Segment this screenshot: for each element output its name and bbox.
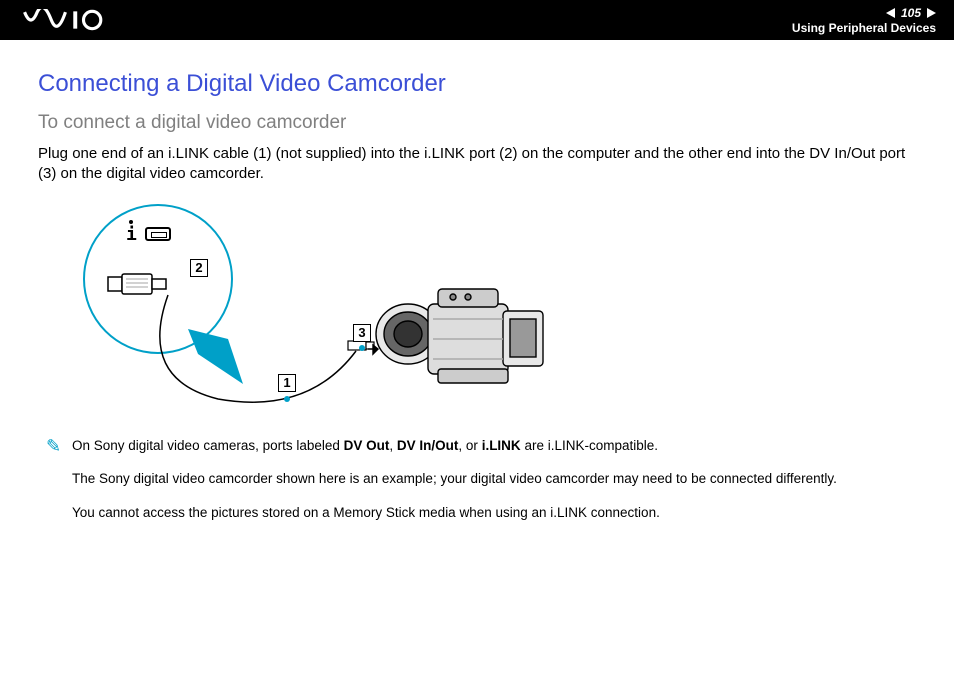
note-line: The Sony digital video camcorder shown h… bbox=[72, 470, 916, 488]
callout-dot-icon bbox=[284, 396, 290, 402]
prev-page-arrow-icon[interactable] bbox=[886, 8, 895, 18]
diagram-label-3: 3 bbox=[353, 324, 371, 342]
header-bar: 105 Using Peripheral Devices bbox=[0, 0, 954, 40]
diagram-label-2: 2 bbox=[190, 259, 208, 277]
page-number: 105 bbox=[901, 6, 921, 20]
section-label: Using Peripheral Devices bbox=[792, 21, 936, 35]
camcorder-icon bbox=[368, 269, 568, 409]
page-subtitle: To connect a digital video camcorder bbox=[38, 112, 916, 134]
next-page-arrow-icon[interactable] bbox=[927, 8, 936, 18]
ilink-cable-icon bbox=[148, 289, 388, 419]
callout-dot-icon bbox=[359, 345, 365, 351]
note-bold: DV Out bbox=[344, 438, 390, 453]
note-text-fragment: are i.LINK-compatible. bbox=[521, 438, 658, 453]
note-line: You cannot access the pictures stored on… bbox=[72, 504, 916, 522]
note-pencil-icon: ✎ bbox=[46, 435, 61, 458]
note-line: ✎ On Sony digital video cameras, ports l… bbox=[72, 437, 916, 455]
body-text: Plug one end of an i.LINK cable (1) (not… bbox=[38, 144, 916, 185]
note-bold: i.LINK bbox=[482, 438, 521, 453]
header-right: 105 Using Peripheral Devices bbox=[792, 6, 936, 35]
page-content: Connecting a Digital Video Camcorder To … bbox=[0, 40, 954, 557]
note-text-fragment: On Sony digital video cameras, ports lab… bbox=[72, 438, 344, 453]
ilink-port-icon: i bbox=[126, 224, 171, 245]
vaio-logo bbox=[18, 9, 138, 31]
notes-block: ✎ On Sony digital video cameras, ports l… bbox=[38, 437, 916, 522]
diagram-label-1: 1 bbox=[278, 374, 296, 392]
note-text-fragment: , bbox=[389, 438, 397, 453]
note-text-fragment: , or bbox=[458, 438, 481, 453]
note-bold: DV In/Out bbox=[397, 438, 459, 453]
page-navigation: 105 bbox=[886, 6, 936, 20]
page-title: Connecting a Digital Video Camcorder bbox=[38, 70, 916, 98]
connection-diagram: i bbox=[68, 199, 588, 419]
